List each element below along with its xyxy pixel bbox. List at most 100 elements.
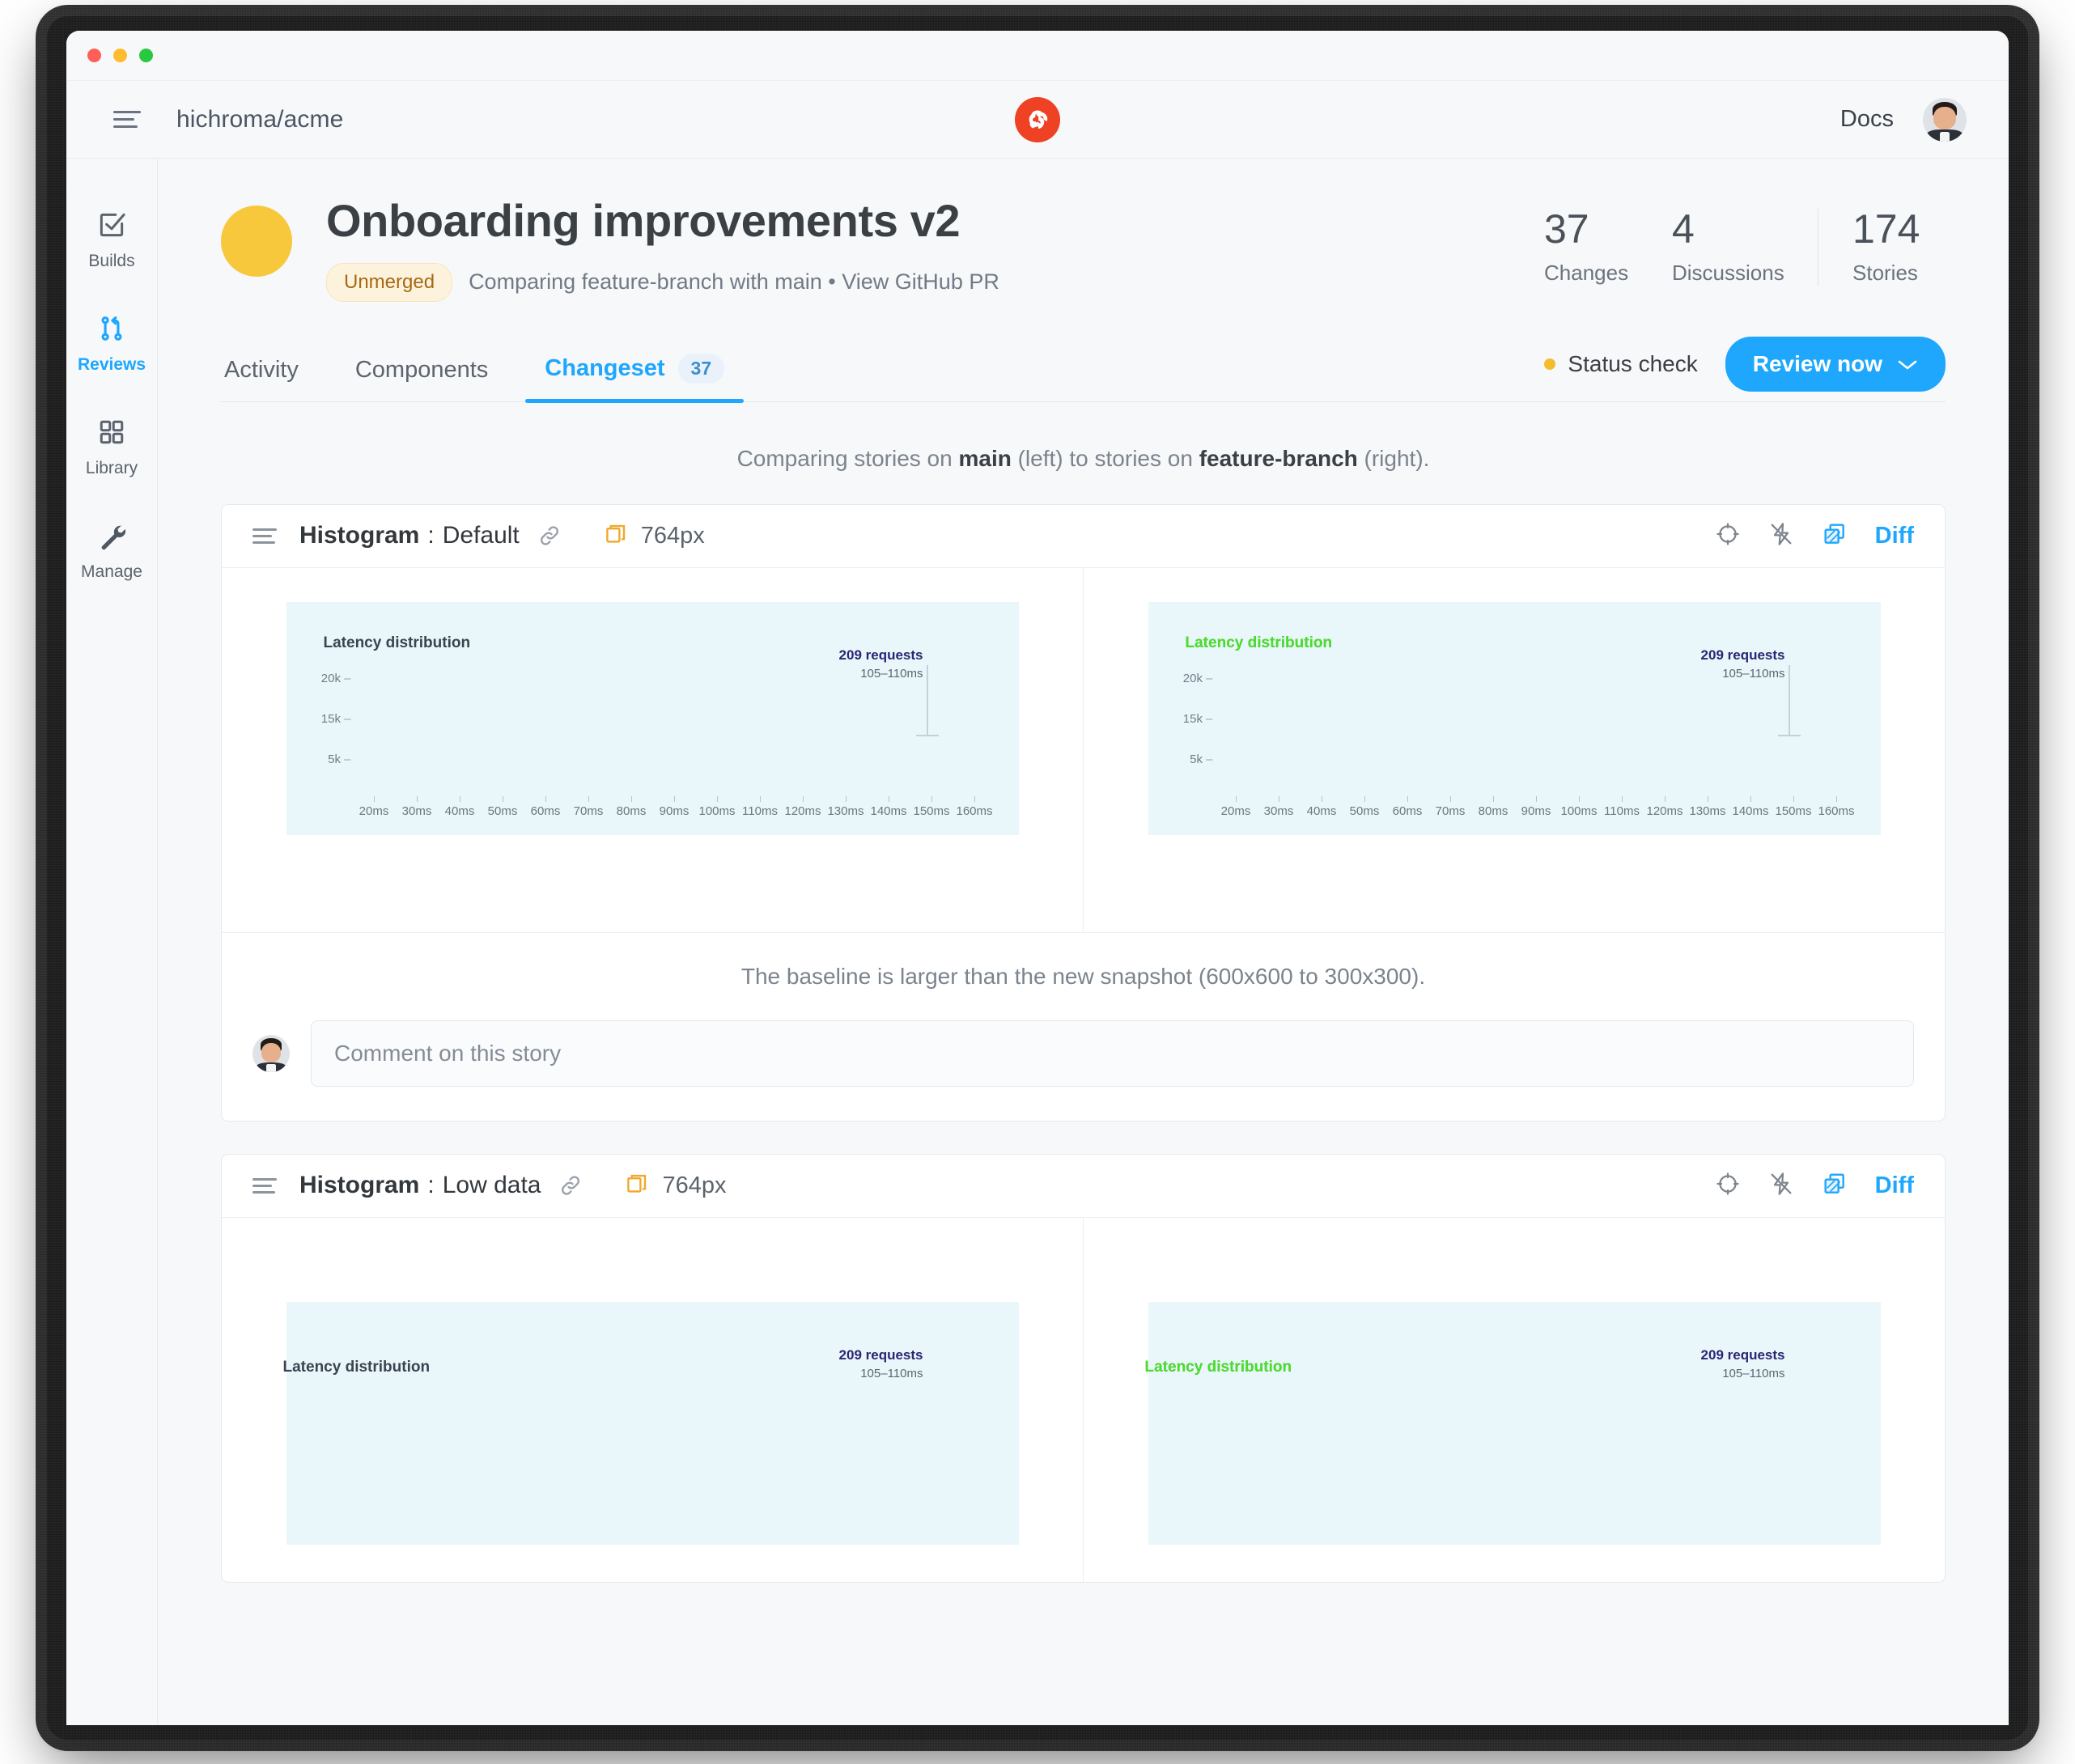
- compare-left-branch: main: [958, 445, 1012, 471]
- docs-link[interactable]: Docs: [1840, 106, 1894, 133]
- tab-bar: Activity Components Changeset 37 Status …: [221, 336, 1946, 403]
- chromatic-logo-icon[interactable]: [1015, 96, 1060, 142]
- x-tick-mark: [974, 795, 975, 802]
- main-content: Onboarding improvements v2 Unmerged Comp…: [158, 159, 2009, 1725]
- review-thumbnail: [221, 206, 292, 277]
- window-close-button[interactable]: [87, 49, 101, 62]
- story-list-icon: [252, 528, 277, 544]
- status-check[interactable]: Status check: [1544, 350, 1698, 377]
- tab-label: Changeset: [545, 354, 665, 381]
- chart-histogram-lowdata-baseline: Latency distribution 209 requests 105–11…: [283, 1301, 1019, 1545]
- chart-title: Latency distribution: [1144, 1358, 1292, 1376]
- status-check-label: Status check: [1568, 350, 1698, 376]
- story-component-name: Histogram: [299, 1172, 420, 1199]
- viewport-icon: [604, 522, 628, 550]
- comment-input[interactable]: Comment on this story: [311, 1020, 1914, 1087]
- stat-stories: 174 Stories: [1818, 209, 1946, 286]
- x-tick-mark: [674, 795, 675, 802]
- x-tick-mark: [1236, 795, 1237, 802]
- story-card-default: Histogram : Default 764px Diff Latency d…: [221, 503, 1946, 1122]
- stat-value: 4: [1672, 206, 1695, 252]
- annotation-value: 209 requests: [838, 1346, 923, 1363]
- x-tick-label: 30ms: [401, 804, 432, 818]
- chart-annotation: 209 requests 105–110ms: [839, 647, 923, 681]
- pull-request-icon: [95, 312, 128, 345]
- diff-overlay-icon[interactable]: [1822, 521, 1848, 551]
- x-tick-mark: [803, 795, 804, 802]
- sidebar-item-library[interactable]: Library: [66, 395, 157, 498]
- x-tick-mark: [1450, 795, 1451, 802]
- screenshot-root: hichroma/acme Docs Builds Reviews Librar…: [0, 0, 2075, 1764]
- y-axis: 20k 15k 5k: [1163, 602, 1213, 835]
- x-tick-label: 20ms: [359, 804, 389, 818]
- x-tick-label: 50ms: [1349, 804, 1380, 818]
- viewport-size: 764px: [640, 522, 705, 549]
- tab-label: Activity: [224, 356, 299, 383]
- sidebar-item-manage[interactable]: Manage: [66, 498, 157, 602]
- review-now-button[interactable]: Review now: [1725, 336, 1946, 392]
- x-tick-mark: [717, 795, 718, 802]
- stat-discussions: 4 Discussions: [1672, 209, 1800, 286]
- x-tick-label: 120ms: [1646, 804, 1683, 818]
- sidebar-item-builds[interactable]: Builds: [66, 188, 157, 291]
- view-github-pr-link[interactable]: View GitHub PR: [842, 269, 999, 294]
- tab-changeset[interactable]: Changeset 37: [525, 353, 744, 403]
- comment-placeholder: Comment on this story: [334, 1040, 562, 1066]
- annotation-value: 209 requests: [838, 647, 923, 663]
- story-header: Histogram : Default 764px Diff: [222, 505, 1945, 568]
- window-minimize-button[interactable]: [113, 49, 127, 62]
- x-tick-mark: [845, 795, 847, 802]
- x-tick-mark: [1622, 795, 1623, 802]
- page-title: Onboarding improvements v2: [326, 195, 961, 246]
- status-badge: Unmerged: [326, 262, 453, 302]
- review-now-label: Review now: [1752, 350, 1882, 376]
- x-tick-mark: [1793, 795, 1794, 802]
- chevron-down-icon: [1897, 351, 1918, 377]
- no-flash-icon[interactable]: [1768, 1171, 1794, 1201]
- tab-activity[interactable]: Activity: [221, 357, 302, 401]
- diff-overlay-icon[interactable]: [1822, 1171, 1848, 1201]
- sidebar-item-reviews[interactable]: Reviews: [66, 291, 157, 395]
- link-icon[interactable]: [537, 524, 562, 548]
- primary-sidebar: Builds Reviews Library Manage: [66, 159, 158, 1725]
- repository-name[interactable]: hichroma/acme: [176, 106, 343, 134]
- link-icon[interactable]: [558, 1173, 583, 1198]
- hamburger-icon[interactable]: [113, 109, 141, 130]
- focus-target-icon[interactable]: [1715, 1171, 1741, 1201]
- no-flash-icon[interactable]: [1768, 521, 1794, 551]
- chart-annotation: 209 requests 105–110ms: [839, 1347, 923, 1380]
- annotation-value: 209 requests: [1700, 647, 1785, 663]
- x-tick-label: 70ms: [573, 804, 604, 818]
- diff-toggle-label[interactable]: Diff: [1875, 523, 1914, 549]
- x-tick-label: 90ms: [1521, 804, 1551, 818]
- window-titlebar: [66, 31, 2009, 81]
- status-dot-icon: [1544, 358, 1556, 370]
- y-tick-label: 15k: [321, 712, 351, 726]
- tab-components[interactable]: Components: [352, 357, 491, 401]
- diff-toggle-label[interactable]: Diff: [1875, 1172, 1914, 1199]
- x-tick-mark: [1407, 795, 1408, 802]
- browser-window: hichroma/acme Docs Builds Reviews Librar…: [66, 31, 2009, 1725]
- x-tick-label: 60ms: [1392, 804, 1423, 818]
- grid-squares-icon: [95, 416, 128, 448]
- annotation-value: 209 requests: [1700, 1346, 1785, 1363]
- x-tick-label: 60ms: [530, 804, 561, 818]
- snapshot-pane-baseline: Latency distribution 209 requests 105–11…: [222, 567, 1084, 932]
- x-tick-label: 50ms: [487, 804, 518, 818]
- viewport-icon: [625, 1172, 649, 1200]
- window-maximize-button[interactable]: [139, 49, 153, 62]
- story-name: Low data: [442, 1172, 541, 1199]
- chart-plot-area: [1215, 676, 1858, 798]
- snapshot-pane-baseline: Latency distribution 209 requests 105–11…: [222, 1217, 1084, 1582]
- checkbox-check-icon: [95, 209, 128, 241]
- focus-target-icon[interactable]: [1715, 521, 1741, 551]
- user-avatar[interactable]: [1923, 97, 1967, 142]
- x-tick-label: 130ms: [1689, 804, 1726, 818]
- comment-row: Comment on this story: [222, 1020, 1945, 1121]
- chart-histogram-default-new: Latency distribution Latency distributio…: [1148, 601, 1881, 835]
- chart-annotation: 209 requests 105–110ms: [1701, 1347, 1785, 1380]
- viewport-size: 764px: [662, 1172, 727, 1198]
- x-tick-label: 140ms: [1732, 804, 1769, 818]
- y-axis: 20k 15k 5k: [301, 602, 351, 835]
- stat-label: Discussions: [1672, 261, 1784, 285]
